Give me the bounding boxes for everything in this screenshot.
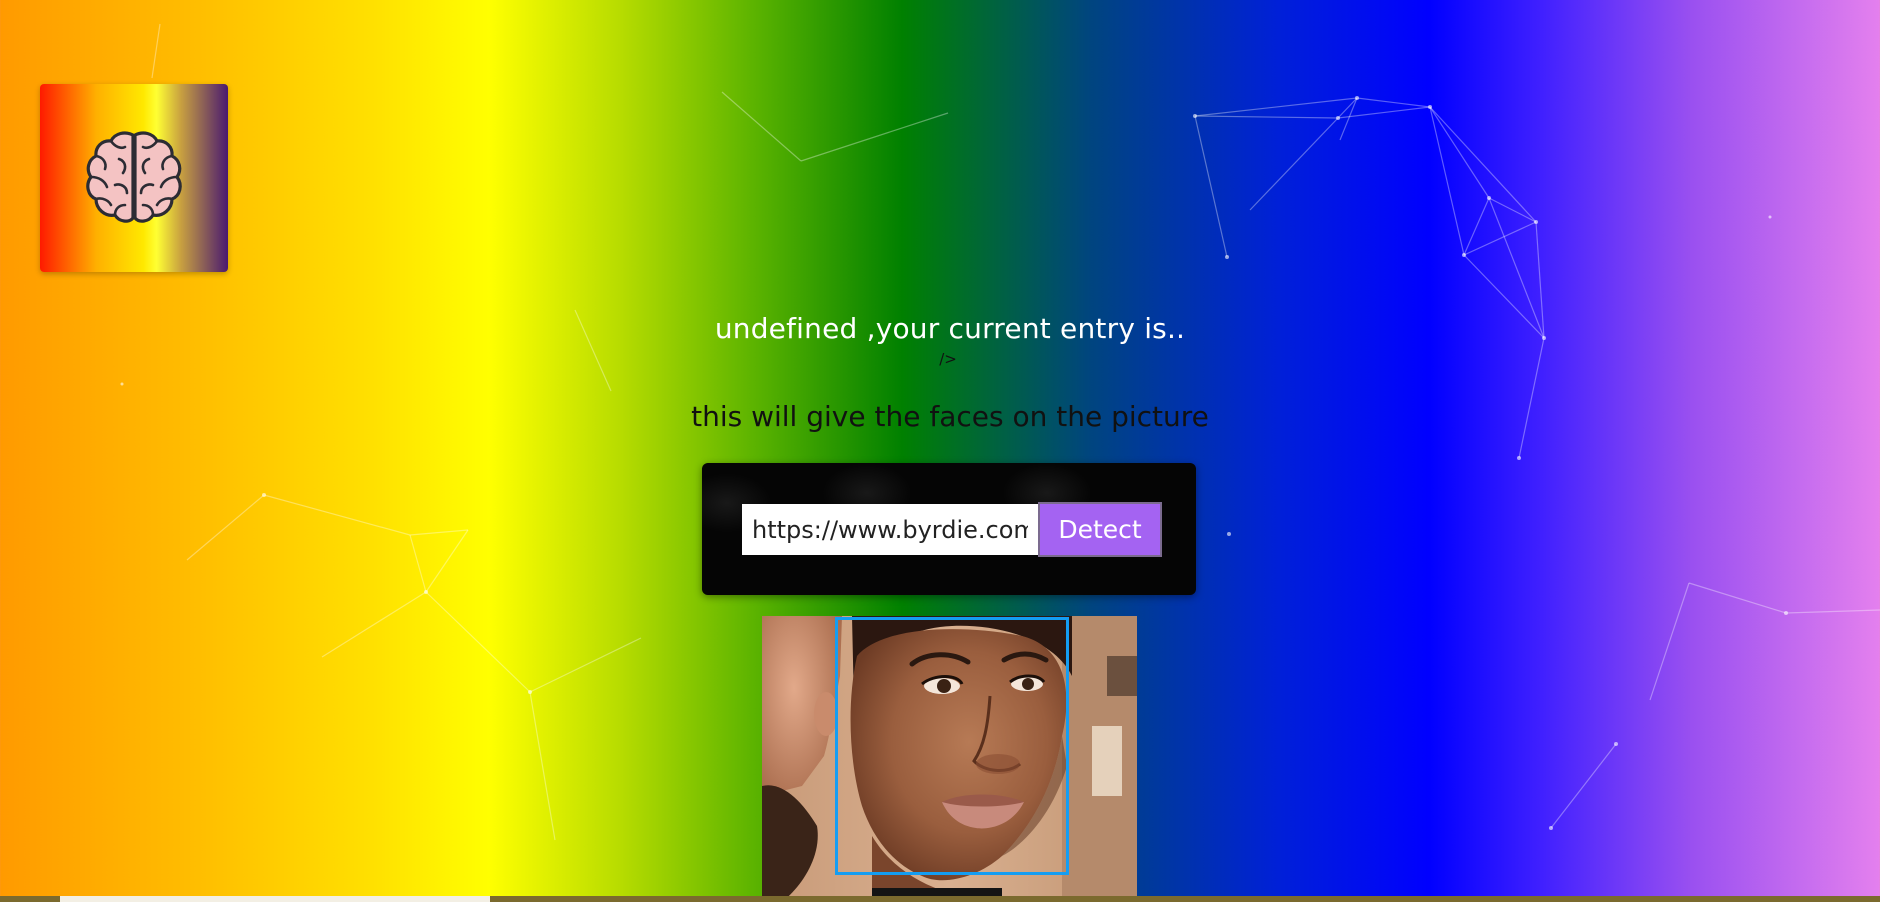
image-url-input[interactable] [742,504,1038,555]
brain-icon [86,131,182,223]
rank-message: undefined ,your current entry is.. [714,312,1186,345]
image-url-form: Detect [702,463,1196,595]
detect-button[interactable]: Detect [1038,502,1162,557]
face-photo [762,616,1137,902]
instruction-text: this will give the faces on the picture [691,400,1209,433]
stray-markup-text: /> [939,350,957,368]
bottom-scrollbar[interactable] [0,896,1880,902]
face-bounding-box [835,617,1069,875]
scrollbar-thumb[interactable] [60,896,490,902]
app-logo[interactable] [40,84,228,272]
